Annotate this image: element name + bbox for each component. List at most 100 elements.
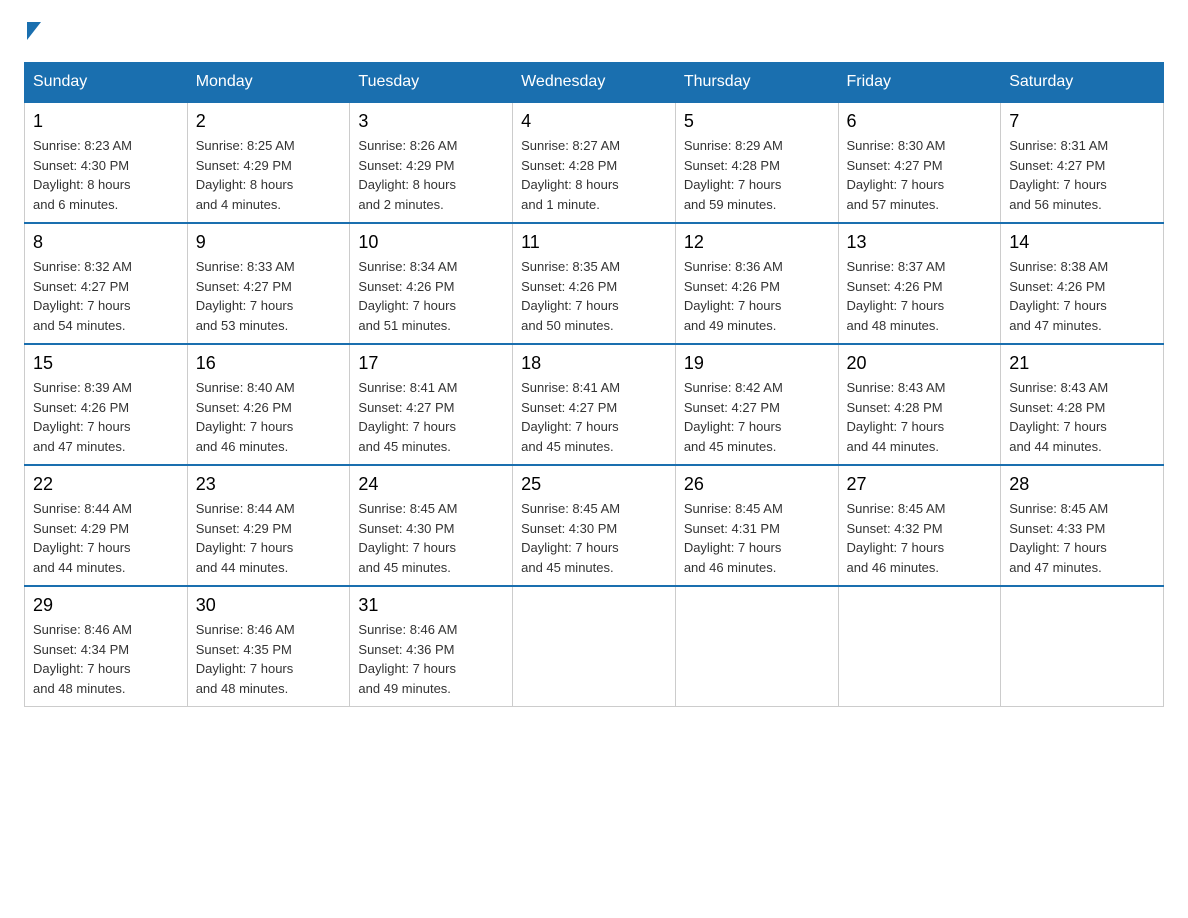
sunset-text: Sunset: 4:32 PM (847, 521, 943, 536)
sunset-text: Sunset: 4:26 PM (1009, 279, 1105, 294)
day-number: 26 (684, 474, 830, 495)
daylight-text: Daylight: 7 hours (196, 298, 294, 313)
day-number: 6 (847, 111, 993, 132)
sunset-text: Sunset: 4:28 PM (684, 158, 780, 173)
daylight-text2: and 59 minutes. (684, 197, 777, 212)
day-info: Sunrise: 8:29 AM Sunset: 4:28 PM Dayligh… (684, 136, 830, 214)
daylight-text: Daylight: 7 hours (684, 177, 782, 192)
sunrise-text: Sunrise: 8:41 AM (358, 380, 457, 395)
sunrise-text: Sunrise: 8:32 AM (33, 259, 132, 274)
sunset-text: Sunset: 4:34 PM (33, 642, 129, 657)
daylight-text2: and 47 minutes. (1009, 560, 1102, 575)
calendar-cell: 31 Sunrise: 8:46 AM Sunset: 4:36 PM Dayl… (350, 586, 513, 707)
day-number: 11 (521, 232, 667, 253)
day-info: Sunrise: 8:45 AM Sunset: 4:30 PM Dayligh… (358, 499, 504, 577)
daylight-text: Daylight: 7 hours (847, 298, 945, 313)
daylight-text2: and 1 minute. (521, 197, 600, 212)
daylight-text: Daylight: 8 hours (358, 177, 456, 192)
sunrise-text: Sunrise: 8:38 AM (1009, 259, 1108, 274)
daylight-text: Daylight: 7 hours (521, 298, 619, 313)
day-info: Sunrise: 8:46 AM Sunset: 4:36 PM Dayligh… (358, 620, 504, 698)
sunrise-text: Sunrise: 8:36 AM (684, 259, 783, 274)
daylight-text2: and 50 minutes. (521, 318, 614, 333)
day-number: 21 (1009, 353, 1155, 374)
day-info: Sunrise: 8:45 AM Sunset: 4:33 PM Dayligh… (1009, 499, 1155, 577)
daylight-text: Daylight: 8 hours (33, 177, 131, 192)
day-info: Sunrise: 8:39 AM Sunset: 4:26 PM Dayligh… (33, 378, 179, 456)
day-info: Sunrise: 8:44 AM Sunset: 4:29 PM Dayligh… (196, 499, 342, 577)
calendar-week-row: 22 Sunrise: 8:44 AM Sunset: 4:29 PM Dayl… (25, 465, 1164, 586)
day-number: 17 (358, 353, 504, 374)
sunrise-text: Sunrise: 8:33 AM (196, 259, 295, 274)
daylight-text: Daylight: 8 hours (521, 177, 619, 192)
daylight-text2: and 54 minutes. (33, 318, 126, 333)
sunrise-text: Sunrise: 8:34 AM (358, 259, 457, 274)
day-info: Sunrise: 8:46 AM Sunset: 4:34 PM Dayligh… (33, 620, 179, 698)
daylight-text2: and 45 minutes. (358, 439, 451, 454)
sunrise-text: Sunrise: 8:35 AM (521, 259, 620, 274)
day-info: Sunrise: 8:36 AM Sunset: 4:26 PM Dayligh… (684, 257, 830, 335)
sunrise-text: Sunrise: 8:46 AM (33, 622, 132, 637)
sunrise-text: Sunrise: 8:41 AM (521, 380, 620, 395)
calendar-cell: 4 Sunrise: 8:27 AM Sunset: 4:28 PM Dayli… (513, 102, 676, 223)
sunset-text: Sunset: 4:30 PM (521, 521, 617, 536)
sunrise-text: Sunrise: 8:40 AM (196, 380, 295, 395)
day-info: Sunrise: 8:44 AM Sunset: 4:29 PM Dayligh… (33, 499, 179, 577)
sunset-text: Sunset: 4:29 PM (196, 521, 292, 536)
sunset-text: Sunset: 4:26 PM (33, 400, 129, 415)
sunset-text: Sunset: 4:26 PM (358, 279, 454, 294)
day-number: 9 (196, 232, 342, 253)
calendar-cell: 21 Sunrise: 8:43 AM Sunset: 4:28 PM Dayl… (1001, 344, 1164, 465)
day-number: 12 (684, 232, 830, 253)
sunset-text: Sunset: 4:30 PM (358, 521, 454, 536)
sunset-text: Sunset: 4:27 PM (33, 279, 129, 294)
sunset-text: Sunset: 4:30 PM (33, 158, 129, 173)
day-info: Sunrise: 8:32 AM Sunset: 4:27 PM Dayligh… (33, 257, 179, 335)
daylight-text: Daylight: 7 hours (684, 540, 782, 555)
day-info: Sunrise: 8:30 AM Sunset: 4:27 PM Dayligh… (847, 136, 993, 214)
day-info: Sunrise: 8:31 AM Sunset: 4:27 PM Dayligh… (1009, 136, 1155, 214)
day-info: Sunrise: 8:45 AM Sunset: 4:31 PM Dayligh… (684, 499, 830, 577)
calendar-cell: 1 Sunrise: 8:23 AM Sunset: 4:30 PM Dayli… (25, 102, 188, 223)
daylight-text: Daylight: 7 hours (196, 661, 294, 676)
day-info: Sunrise: 8:40 AM Sunset: 4:26 PM Dayligh… (196, 378, 342, 456)
sunrise-text: Sunrise: 8:45 AM (521, 501, 620, 516)
daylight-text: Daylight: 7 hours (1009, 298, 1107, 313)
calendar-cell: 23 Sunrise: 8:44 AM Sunset: 4:29 PM Dayl… (187, 465, 350, 586)
day-info: Sunrise: 8:34 AM Sunset: 4:26 PM Dayligh… (358, 257, 504, 335)
sunset-text: Sunset: 4:29 PM (358, 158, 454, 173)
daylight-text2: and 44 minutes. (1009, 439, 1102, 454)
calendar-cell: 10 Sunrise: 8:34 AM Sunset: 4:26 PM Dayl… (350, 223, 513, 344)
calendar-cell: 16 Sunrise: 8:40 AM Sunset: 4:26 PM Dayl… (187, 344, 350, 465)
sunset-text: Sunset: 4:35 PM (196, 642, 292, 657)
calendar-cell: 20 Sunrise: 8:43 AM Sunset: 4:28 PM Dayl… (838, 344, 1001, 465)
calendar-cell: 2 Sunrise: 8:25 AM Sunset: 4:29 PM Dayli… (187, 102, 350, 223)
daylight-text: Daylight: 7 hours (847, 177, 945, 192)
calendar-cell: 13 Sunrise: 8:37 AM Sunset: 4:26 PM Dayl… (838, 223, 1001, 344)
daylight-text2: and 49 minutes. (358, 681, 451, 696)
day-number: 3 (358, 111, 504, 132)
sunrise-text: Sunrise: 8:46 AM (196, 622, 295, 637)
sunset-text: Sunset: 4:27 PM (196, 279, 292, 294)
day-info: Sunrise: 8:38 AM Sunset: 4:26 PM Dayligh… (1009, 257, 1155, 335)
daylight-text: Daylight: 8 hours (196, 177, 294, 192)
calendar-cell: 25 Sunrise: 8:45 AM Sunset: 4:30 PM Dayl… (513, 465, 676, 586)
calendar-cell: 14 Sunrise: 8:38 AM Sunset: 4:26 PM Dayl… (1001, 223, 1164, 344)
day-number: 16 (196, 353, 342, 374)
day-header-tuesday: Tuesday (350, 63, 513, 103)
daylight-text2: and 45 minutes. (521, 439, 614, 454)
daylight-text2: and 46 minutes. (847, 560, 940, 575)
sunset-text: Sunset: 4:28 PM (1009, 400, 1105, 415)
calendar-week-row: 1 Sunrise: 8:23 AM Sunset: 4:30 PM Dayli… (25, 102, 1164, 223)
day-number: 30 (196, 595, 342, 616)
calendar-week-row: 29 Sunrise: 8:46 AM Sunset: 4:34 PM Dayl… (25, 586, 1164, 707)
calendar-cell: 19 Sunrise: 8:42 AM Sunset: 4:27 PM Dayl… (675, 344, 838, 465)
day-number: 15 (33, 353, 179, 374)
day-info: Sunrise: 8:46 AM Sunset: 4:35 PM Dayligh… (196, 620, 342, 698)
day-info: Sunrise: 8:41 AM Sunset: 4:27 PM Dayligh… (358, 378, 504, 456)
day-info: Sunrise: 8:37 AM Sunset: 4:26 PM Dayligh… (847, 257, 993, 335)
day-number: 27 (847, 474, 993, 495)
calendar-cell: 15 Sunrise: 8:39 AM Sunset: 4:26 PM Dayl… (25, 344, 188, 465)
sunrise-text: Sunrise: 8:27 AM (521, 138, 620, 153)
sunrise-text: Sunrise: 8:37 AM (847, 259, 946, 274)
